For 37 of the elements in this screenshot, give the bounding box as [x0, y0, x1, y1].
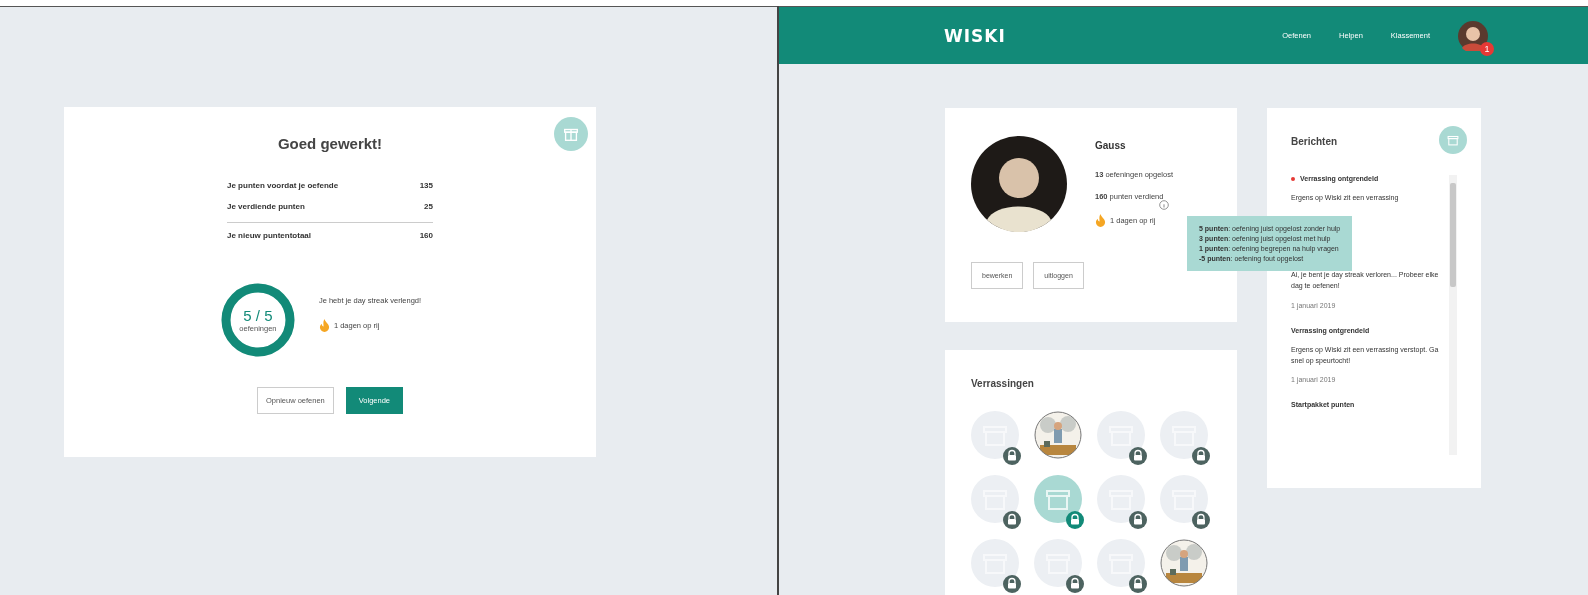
profile-name: Gauss: [1095, 140, 1127, 151]
gift-icon[interactable]: [971, 475, 1019, 523]
gift-icon: [1439, 126, 1467, 154]
lock-icon: [1003, 447, 1021, 465]
score-label: Je verdiende punten: [227, 202, 305, 211]
section-title: Berichten: [1291, 136, 1339, 147]
score-label: Je punten voordat je oefende: [227, 181, 339, 190]
score-label: Je nieuw puntentotaal: [227, 231, 311, 240]
lock-icon: [1192, 511, 1210, 529]
scrollbar[interactable]: [1449, 175, 1457, 455]
section-title: Verrassingen: [971, 378, 1035, 389]
gift-icon[interactable]: [971, 539, 1019, 587]
logo[interactable]: WISKI: [944, 25, 1006, 46]
notification-badge: 1: [1480, 41, 1494, 56]
gift-icon[interactable]: [1160, 475, 1208, 523]
gift-icon[interactable]: [1160, 411, 1208, 459]
flame-icon: [1095, 214, 1106, 227]
gift-icon[interactable]: [1097, 411, 1145, 459]
gift-icon[interactable]: [1097, 475, 1145, 523]
score-value: 135: [419, 181, 433, 190]
score-value: 160: [419, 231, 433, 240]
info-icon[interactable]: [1159, 200, 1169, 210]
dialog-title: Goed gewerkt!: [277, 135, 383, 152]
lock-icon: [1066, 511, 1084, 529]
lock-icon: [1003, 511, 1021, 529]
gift-icon[interactable]: [1097, 539, 1145, 587]
gift-icon[interactable]: [1034, 539, 1082, 587]
avatar-icon[interactable]: [1458, 20, 1488, 51]
score-value: 25: [424, 202, 433, 211]
gift-icon[interactable]: [1034, 475, 1082, 523]
flame-icon: [318, 319, 330, 332]
lock-icon: [1129, 447, 1147, 465]
gift-icon: [554, 117, 588, 151]
gift-icon[interactable]: [971, 411, 1019, 459]
lock-icon: [1192, 447, 1210, 465]
progress-reading: 5 / 5: [243, 307, 273, 324]
lock-icon: [1129, 511, 1147, 529]
